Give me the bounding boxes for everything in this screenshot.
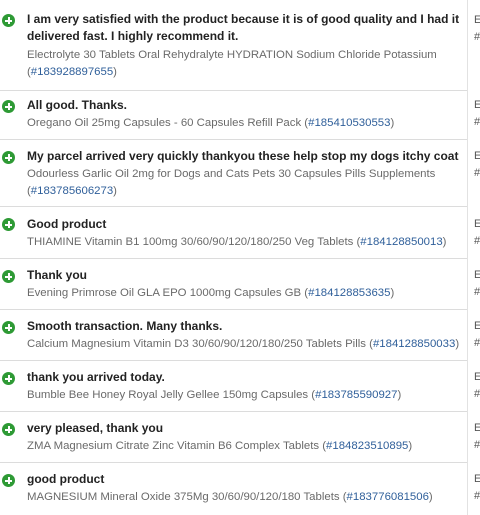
order-number-link[interactable]: #183776081506 [347, 491, 429, 503]
feedback-row: good product MAGNESIUM Mineral Oxide 375… [0, 463, 480, 515]
feedback-row: very pleased, thank you ZMA Magnesium Ci… [0, 412, 480, 462]
plus-circle-icon[interactable] [2, 423, 15, 436]
edge-label: E [474, 320, 480, 332]
order-number-link[interactable]: #184128853635 [308, 287, 390, 299]
order-number-link[interactable]: #183928897655 [31, 66, 113, 78]
edge-label: # [474, 116, 480, 128]
feedback-product: ZMA Magnesium Citrate Zinc Vitamin B6 Co… [27, 440, 413, 452]
feedback-row: I am very satisfied with the product bec… [0, 0, 480, 90]
edge-label: E [474, 14, 480, 26]
feedback-product: Evening Primrose Oil GLA EPO 1000mg Caps… [27, 287, 395, 299]
order-number-link[interactable]: #185410530553 [308, 117, 390, 129]
feedback-comment: Smooth transaction. Many thanks. [27, 319, 223, 333]
order-number-link[interactable]: #184823510895 [326, 440, 408, 452]
edge-label: # [474, 439, 480, 451]
plus-circle-icon[interactable] [2, 372, 15, 385]
product-title[interactable]: THIAMINE Vitamin B1 100mg 30/60/90/120/1… [27, 236, 353, 248]
product-title[interactable]: MAGNESIUM Mineral Oxide 375Mg 30/60/90/1… [27, 491, 340, 503]
plus-circle-icon[interactable] [2, 321, 15, 334]
edge-label: # [474, 388, 480, 400]
product-title[interactable]: ZMA Magnesium Citrate Zinc Vitamin B6 Co… [27, 440, 319, 452]
plus-circle-icon[interactable] [2, 14, 15, 27]
edge-label: E [474, 473, 480, 485]
plus-circle-icon[interactable] [2, 218, 15, 231]
feedback-comment: Thank you [27, 268, 88, 282]
edge-label: E [474, 269, 480, 281]
feedback-comment: Good product [27, 217, 107, 231]
feedback-row: Good product THIAMINE Vitamin B1 100mg 3… [0, 207, 480, 258]
feedback-comment: thank you arrived today. [27, 370, 165, 384]
feedback-product: Electrolyte 30 Tablets Oral Rehydralyte … [27, 49, 437, 78]
feedback-comment: All good. Thanks. [27, 98, 128, 112]
edge-label: # [474, 490, 480, 502]
edge-label: # [474, 337, 480, 349]
plus-circle-icon[interactable] [2, 100, 15, 113]
edge-label: # [474, 167, 480, 179]
product-title[interactable]: Bumble Bee Honey Royal Jelly Gellee 150m… [27, 389, 308, 401]
feedback-comment: My parcel arrived very quickly thankyou … [27, 149, 459, 163]
order-number-link[interactable]: #183785590927 [315, 389, 397, 401]
order-number-link[interactable]: #183785606273 [31, 185, 113, 197]
feedback-product: Calcium Magnesium Vitamin D3 30/60/90/12… [27, 338, 460, 350]
order-number-link[interactable]: #184128850033 [373, 338, 455, 350]
edge-label: # [474, 235, 480, 247]
feedback-row: All good. Thanks. Oregano Oil 25mg Capsu… [0, 91, 480, 139]
feedback-comment: very pleased, thank you [27, 421, 164, 435]
feedback-row: My parcel arrived very quickly thankyou … [0, 140, 480, 206]
plus-circle-icon[interactable] [2, 474, 15, 487]
edge-label: E [474, 99, 480, 111]
feedback-row: Thank you Evening Primrose Oil GLA EPO 1… [0, 259, 480, 309]
product-title[interactable]: Evening Primrose Oil GLA EPO 1000mg Caps… [27, 287, 301, 299]
order-number-link[interactable]: #184128850013 [360, 236, 442, 248]
feedback-product: Odourless Garlic Oil 2mg for Dogs and Ca… [27, 168, 436, 197]
feedback-row: thank you arrived today. Bumble Bee Hone… [0, 361, 480, 411]
plus-circle-icon[interactable] [2, 151, 15, 164]
feedback-product: MAGNESIUM Mineral Oxide 375Mg 30/60/90/1… [27, 491, 433, 503]
edge-label: E [474, 218, 480, 230]
edge-label: # [474, 31, 480, 43]
product-title[interactable]: Calcium Magnesium Vitamin D3 30/60/90/12… [27, 338, 366, 350]
feedback-list: I am very satisfied with the product bec… [0, 0, 480, 515]
edge-label: E [474, 422, 480, 434]
product-title[interactable]: Oregano Oil 25mg Capsules - 60 Capsules … [27, 117, 301, 129]
feedback-product: Oregano Oil 25mg Capsules - 60 Capsules … [27, 117, 395, 129]
edge-label: E [474, 371, 480, 383]
column-divider [467, 0, 468, 515]
plus-circle-icon[interactable] [2, 270, 15, 283]
edge-label: # [474, 286, 480, 298]
feedback-row: Smooth transaction. Many thanks. Calcium… [0, 310, 480, 360]
product-title[interactable]: Odourless Garlic Oil 2mg for Dogs and Ca… [27, 168, 435, 180]
edge-label: E [474, 150, 480, 162]
feedback-product: Bumble Bee Honey Royal Jelly Gellee 150m… [27, 389, 402, 401]
feedback-product: THIAMINE Vitamin B1 100mg 30/60/90/120/1… [27, 236, 447, 248]
feedback-comment: good product [27, 472, 105, 486]
product-title[interactable]: Electrolyte 30 Tablets Oral Rehydralyte … [27, 49, 437, 61]
feedback-comment: I am very satisfied with the product bec… [27, 12, 460, 43]
